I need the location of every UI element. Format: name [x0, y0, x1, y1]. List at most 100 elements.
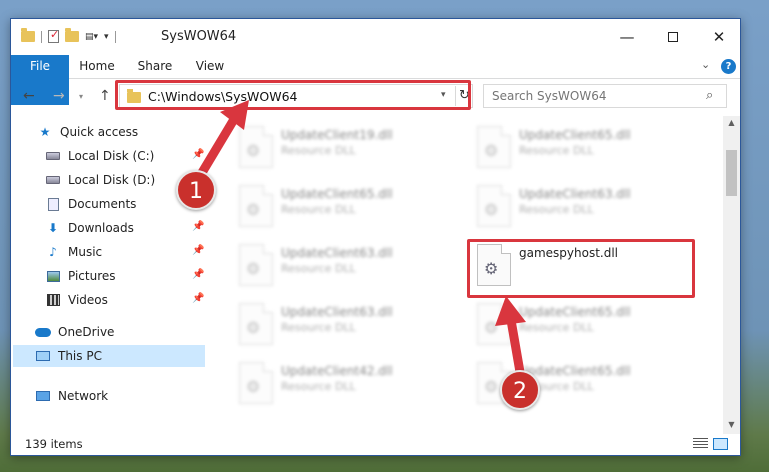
star-icon: ★ [39, 125, 51, 139]
nav-item-label: Quick access [60, 125, 139, 139]
dll-file-icon [477, 303, 511, 345]
computer-icon [35, 349, 51, 363]
ribbon-tabs: File Home Share View ⌄ ? [11, 55, 740, 105]
scroll-thumb[interactable] [726, 150, 737, 196]
search-box[interactable]: ⌕ [483, 84, 727, 108]
quick-access-toolbar: ▤▾ ▾ [21, 28, 116, 43]
file-item[interactable]: UpdateClient65.dll Resource DLL [471, 122, 711, 172]
forward-button[interactable]: → [53, 88, 65, 104]
file-type: Resource DLL [519, 203, 594, 216]
nav-item-quick-access[interactable]: ★ Quick access [37, 121, 205, 143]
title-bar: ▤▾ ▾ SysWOW64 — ✕ [11, 19, 740, 55]
dll-file-icon [239, 303, 273, 345]
maximize-button[interactable] [650, 19, 696, 55]
vertical-scrollbar[interactable]: ▲ ▼ [723, 116, 740, 434]
nav-item-pictures[interactable]: Pictures 📌 [45, 265, 205, 287]
file-item[interactable]: UpdateClient65.dll Resource DLL [471, 299, 711, 349]
toolbar-divider [114, 30, 116, 43]
nav-item-label: Videos [68, 293, 108, 307]
item-count: 139 items [25, 437, 83, 451]
tab-share[interactable]: Share [127, 55, 183, 78]
file-name: UpdateClient65.dll [281, 187, 393, 201]
file-name: UpdateClient63.dll [519, 187, 631, 201]
file-name: UpdateClient19.dll [281, 128, 393, 142]
back-button[interactable]: ← [23, 88, 35, 104]
status-bar: 139 items [11, 433, 740, 455]
minimize-button[interactable]: — [604, 19, 650, 55]
maximize-icon [668, 32, 678, 42]
file-type: Resource DLL [519, 144, 594, 157]
pin-icon[interactable]: 📌 [192, 269, 204, 280]
address-bar[interactable]: C:\Windows\SysWOW64 ▾ ↻ [119, 84, 473, 108]
file-name: UpdateClient42.dll [281, 364, 393, 378]
file-type: Resource DLL [281, 262, 356, 275]
up-button[interactable]: ↑ [99, 88, 111, 104]
file-item[interactable]: UpdateClient42.dll Resource DLL [233, 358, 473, 408]
nav-item-label: OneDrive [58, 325, 115, 339]
nav-item-label: Local Disk (D:) [68, 173, 156, 187]
file-name: UpdateClient65.dll [519, 364, 631, 378]
folder-icon [21, 28, 35, 42]
nav-item-music[interactable]: ♪ Music 📌 [45, 241, 205, 263]
file-type: Resource DLL [281, 380, 356, 393]
disk-icon [45, 149, 61, 163]
file-type: Resource DLL [281, 321, 356, 334]
step-1-badge: 1 [176, 170, 216, 210]
file-name: UpdateClient63.dll [281, 305, 393, 319]
properties-icon[interactable] [48, 28, 59, 43]
disk-icon [45, 173, 61, 187]
pin-icon[interactable]: 📌 [192, 293, 204, 304]
file-name: UpdateClient65.dll [519, 128, 631, 142]
nav-item-network[interactable]: Network [35, 385, 205, 407]
nav-item-local-disk-c[interactable]: Local Disk (C:) 📌 [45, 145, 205, 167]
file-item[interactable]: UpdateClient65.dll Resource DLL [233, 181, 473, 231]
customize-toolbar-icon[interactable]: ▤▾ [85, 32, 98, 42]
details-view-button[interactable] [693, 438, 708, 450]
nav-item-label: Local Disk (C:) [68, 149, 155, 163]
pictures-icon [45, 269, 61, 283]
pin-icon[interactable]: 📌 [192, 149, 204, 160]
dll-file-icon [239, 185, 273, 227]
large-icons-view-button[interactable] [713, 438, 728, 450]
scroll-up-arrow[interactable]: ▲ [723, 116, 740, 130]
close-button[interactable]: ✕ [696, 19, 742, 55]
file-item[interactable]: UpdateClient63.dll Resource DLL [233, 299, 473, 349]
file-item[interactable]: UpdateClient63.dll Resource DLL [233, 240, 473, 290]
nav-item-downloads[interactable]: ⬇ Downloads 📌 [45, 217, 205, 239]
pin-icon[interactable]: 📌 [192, 221, 204, 232]
tab-home[interactable]: Home [71, 55, 123, 78]
nav-item-onedrive[interactable]: OneDrive [35, 321, 205, 343]
cloud-icon [35, 325, 51, 339]
file-type: Resource DLL [281, 203, 356, 216]
expand-ribbon-icon[interactable]: ⌄ [701, 58, 710, 71]
dll-file-icon [239, 126, 273, 168]
new-folder-icon[interactable] [65, 28, 79, 42]
network-icon [35, 389, 51, 403]
search-input[interactable] [492, 88, 692, 104]
nav-item-videos[interactable]: Videos 📌 [45, 289, 205, 311]
pin-icon[interactable]: 📌 [192, 245, 204, 256]
scroll-down-arrow[interactable]: ▼ [723, 418, 740, 432]
help-icon[interactable]: ? [721, 59, 736, 74]
address-path[interactable]: C:\Windows\SysWOW64 [148, 89, 297, 104]
nav-item-label: Documents [68, 197, 137, 211]
navigation-pane: ★ Quick access Local Disk (C:) 📌 Local D… [11, 116, 209, 433]
file-item[interactable]: UpdateClient63.dll Resource DLL [471, 181, 711, 231]
file-item[interactable]: UpdateClient19.dll Resource DLL [233, 122, 473, 172]
search-icon[interactable]: ⌕ [706, 88, 713, 103]
step-2-badge: 2 [500, 370, 540, 410]
nav-item-label: Downloads [68, 221, 134, 235]
refresh-button[interactable]: ↻ [455, 86, 473, 106]
toolbar-divider [41, 30, 42, 43]
file-explorer-window: ▤▾ ▾ SysWOW64 — ✕ File Home Share View ⌄… [10, 18, 741, 456]
file-name: gamespyhost.dll [519, 246, 619, 260]
nav-item-label: This PC [58, 349, 102, 363]
recent-locations-dropdown[interactable]: ▾ [79, 92, 83, 101]
qat-dropdown-icon[interactable]: ▾ [104, 32, 109, 42]
folder-icon [127, 89, 141, 103]
tab-view[interactable]: View [185, 55, 235, 78]
dll-file-icon [239, 362, 273, 404]
file-item-gamespyhost[interactable]: gamespyhost.dll [471, 240, 711, 290]
nav-item-this-pc[interactable]: This PC [13, 345, 205, 367]
chevron-down-icon[interactable]: ▾ [441, 90, 446, 100]
